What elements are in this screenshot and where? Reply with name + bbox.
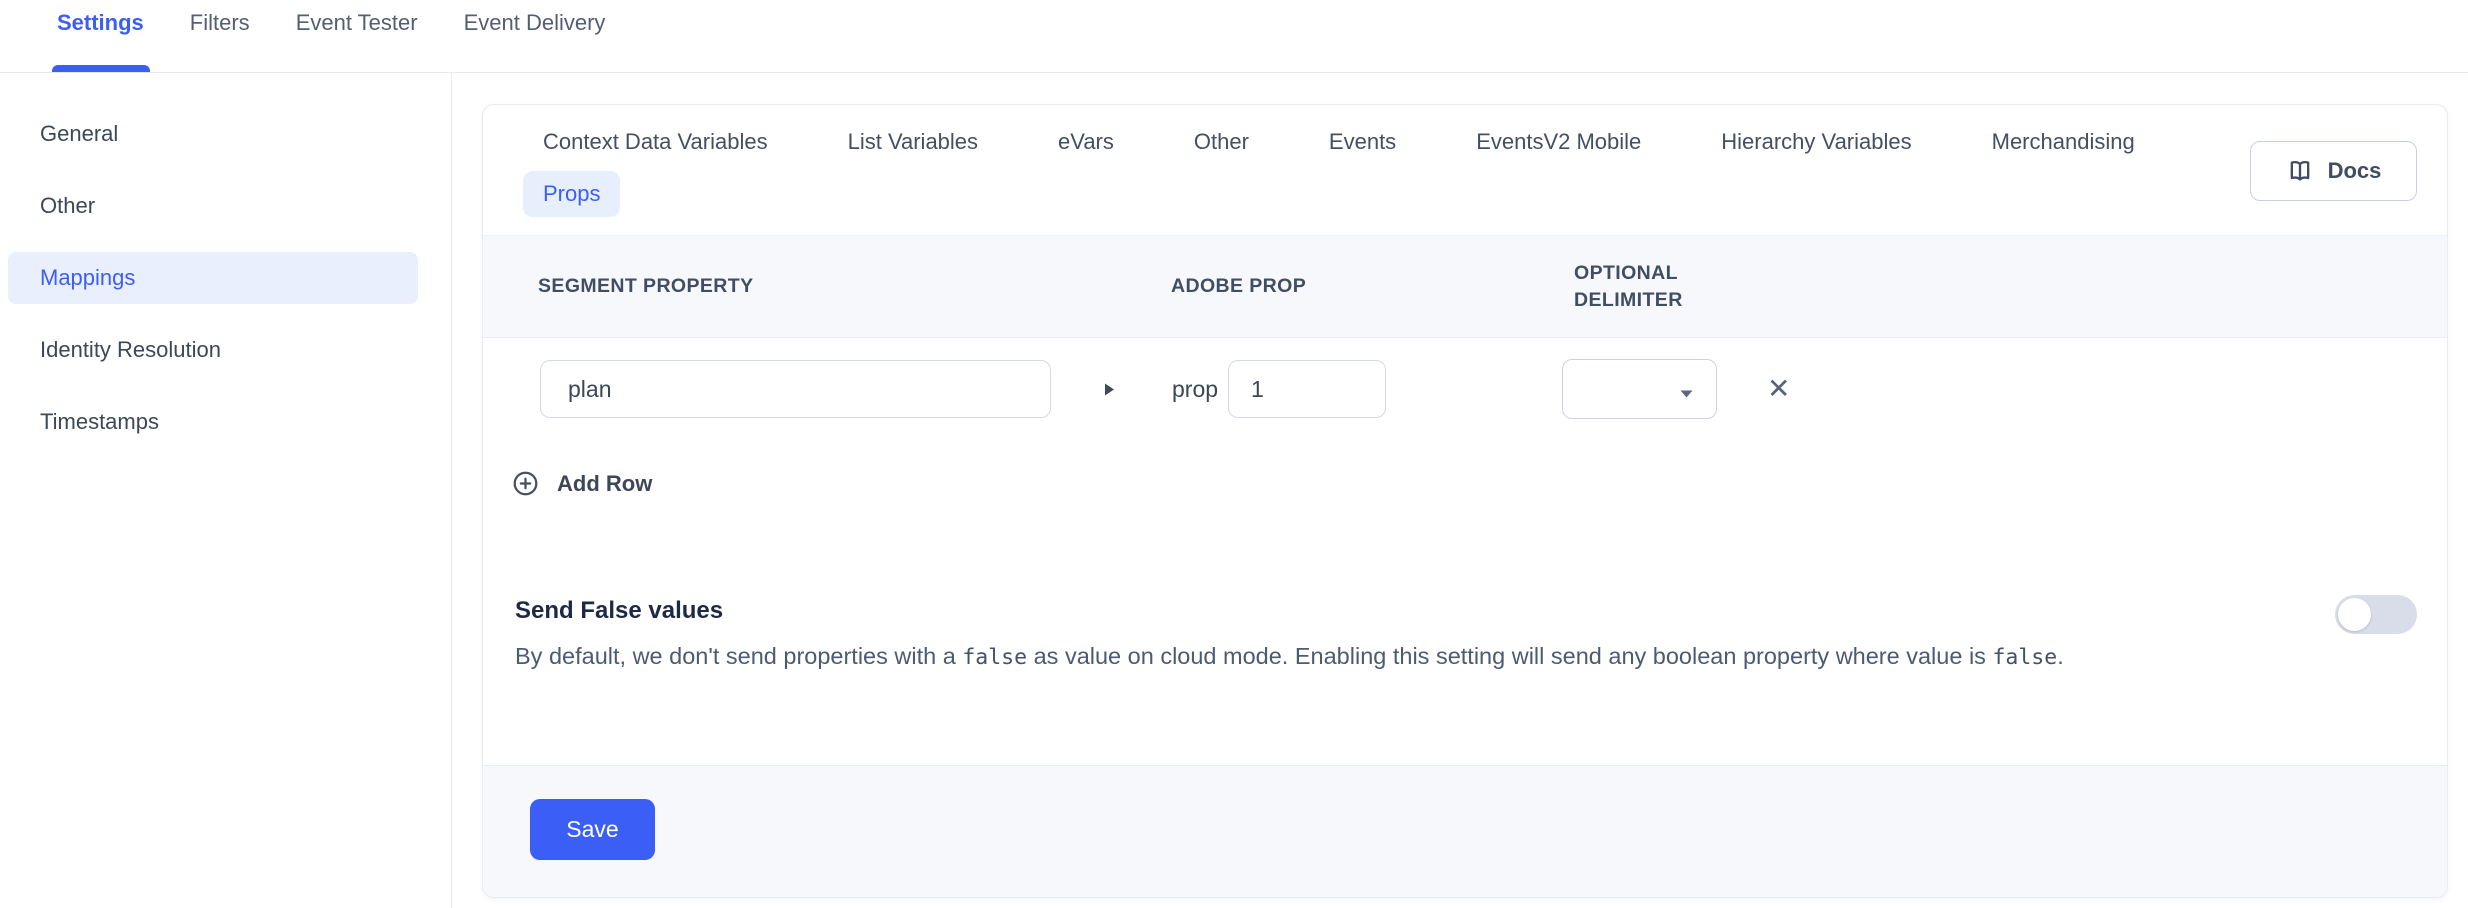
tab-filters[interactable]: Filters <box>190 0 250 72</box>
description-code: false <box>962 645 1027 670</box>
sidebar-item-general[interactable]: General <box>8 108 418 160</box>
send-false-section: Send False values By default, we don't s… <box>483 597 2447 678</box>
column-adobe-prop: ADOBE PROP <box>1171 273 1574 300</box>
mapping-row: prop ✕ <box>483 338 2447 419</box>
send-false-description: By default, we don't send properties wit… <box>515 636 2325 678</box>
adobe-prop-number-input[interactable] <box>1228 360 1386 418</box>
plus-circle-icon <box>512 470 539 497</box>
column-optional-delimiter: OPTIONAL DELIMITER <box>1574 260 1709 314</box>
variable-tabs-zone: Context Data Variables List Variables eV… <box>483 105 2447 235</box>
tab-event-delivery-label: Event Delivery <box>464 10 606 36</box>
sidebar-item-label: Mappings <box>40 265 135 291</box>
sidebar-item-other[interactable]: Other <box>8 180 418 232</box>
docs-button-label: Docs <box>2328 158 2382 184</box>
tab-filters-label: Filters <box>190 10 250 36</box>
column-segment-property: SEGMENT PROPERTY <box>538 273 1171 300</box>
top-nav: Settings Filters Event Tester Event Deli… <box>0 0 2468 73</box>
mappings-card: Context Data Variables List Variables eV… <box>482 104 2448 898</box>
sidebar-item-identity-resolution[interactable]: Identity Resolution <box>8 324 418 376</box>
variable-tabs: Context Data Variables List Variables eV… <box>523 119 2223 217</box>
var-tab-evars[interactable]: eVars <box>1038 119 1134 165</box>
add-row-label: Add Row <box>557 471 652 497</box>
sidebar-item-label: Timestamps <box>40 409 159 435</box>
description-part: By default, we don't send properties wit… <box>515 643 962 669</box>
sidebar-item-label: Other <box>40 193 95 219</box>
tab-event-tester-label: Event Tester <box>296 10 418 36</box>
active-tab-underline <box>52 65 150 72</box>
tab-settings-label: Settings <box>57 10 144 36</box>
description-part: as value on cloud mode. Enabling this se… <box>1027 643 1992 669</box>
docs-button[interactable]: Docs <box>2250 141 2417 201</box>
card-footer: Save <box>483 765 2447 897</box>
book-icon <box>2286 157 2314 185</box>
send-false-toggle[interactable] <box>2335 595 2417 634</box>
sidebar-item-timestamps[interactable]: Timestamps <box>8 396 418 448</box>
send-false-text: Send False values By default, we don't s… <box>515 597 2325 678</box>
sidebar-item-mappings[interactable]: Mappings <box>8 252 418 304</box>
tab-settings[interactable]: Settings <box>57 0 144 72</box>
var-tab-other[interactable]: Other <box>1174 119 1269 165</box>
main-area: General Other Mappings Identity Resoluti… <box>0 73 2468 908</box>
description-code: false <box>1992 645 2057 670</box>
tab-event-tester[interactable]: Event Tester <box>296 0 418 72</box>
var-tab-context-data-variables[interactable]: Context Data Variables <box>523 119 788 165</box>
description-part: . <box>2057 643 2064 669</box>
segment-property-input[interactable] <box>540 360 1051 418</box>
sidebar-item-label: General <box>40 121 118 147</box>
var-tab-events[interactable]: Events <box>1309 119 1416 165</box>
chevron-down-icon <box>1679 386 1694 404</box>
table-header: SEGMENT PROPERTY ADOBE PROP OPTIONAL DEL… <box>483 235 2447 338</box>
add-row-button[interactable]: Add Row <box>512 470 652 497</box>
send-false-title: Send False values <box>515 597 2325 625</box>
toggle-knob <box>2338 598 2371 631</box>
save-button[interactable]: Save <box>530 799 655 860</box>
content-area: Context Data Variables List Variables eV… <box>452 73 2468 908</box>
var-tab-list-variables[interactable]: List Variables <box>828 119 998 165</box>
arrow-right-icon <box>1103 381 1116 398</box>
var-tab-props[interactable]: Props <box>523 171 620 217</box>
settings-sidebar: General Other Mappings Identity Resoluti… <box>0 73 452 908</box>
var-tab-hierarchy-variables[interactable]: Hierarchy Variables <box>1701 119 1931 165</box>
var-tab-eventsv2-mobile[interactable]: EventsV2 Mobile <box>1456 119 1661 165</box>
var-tab-merchandising[interactable]: Merchandising <box>1972 119 2155 165</box>
adobe-prop-prefix-label: prop <box>1172 376 1218 403</box>
remove-row-button[interactable]: ✕ <box>1767 375 1790 403</box>
delimiter-select[interactable] <box>1562 359 1717 419</box>
tab-event-delivery[interactable]: Event Delivery <box>464 0 606 72</box>
sidebar-item-label: Identity Resolution <box>40 337 221 363</box>
